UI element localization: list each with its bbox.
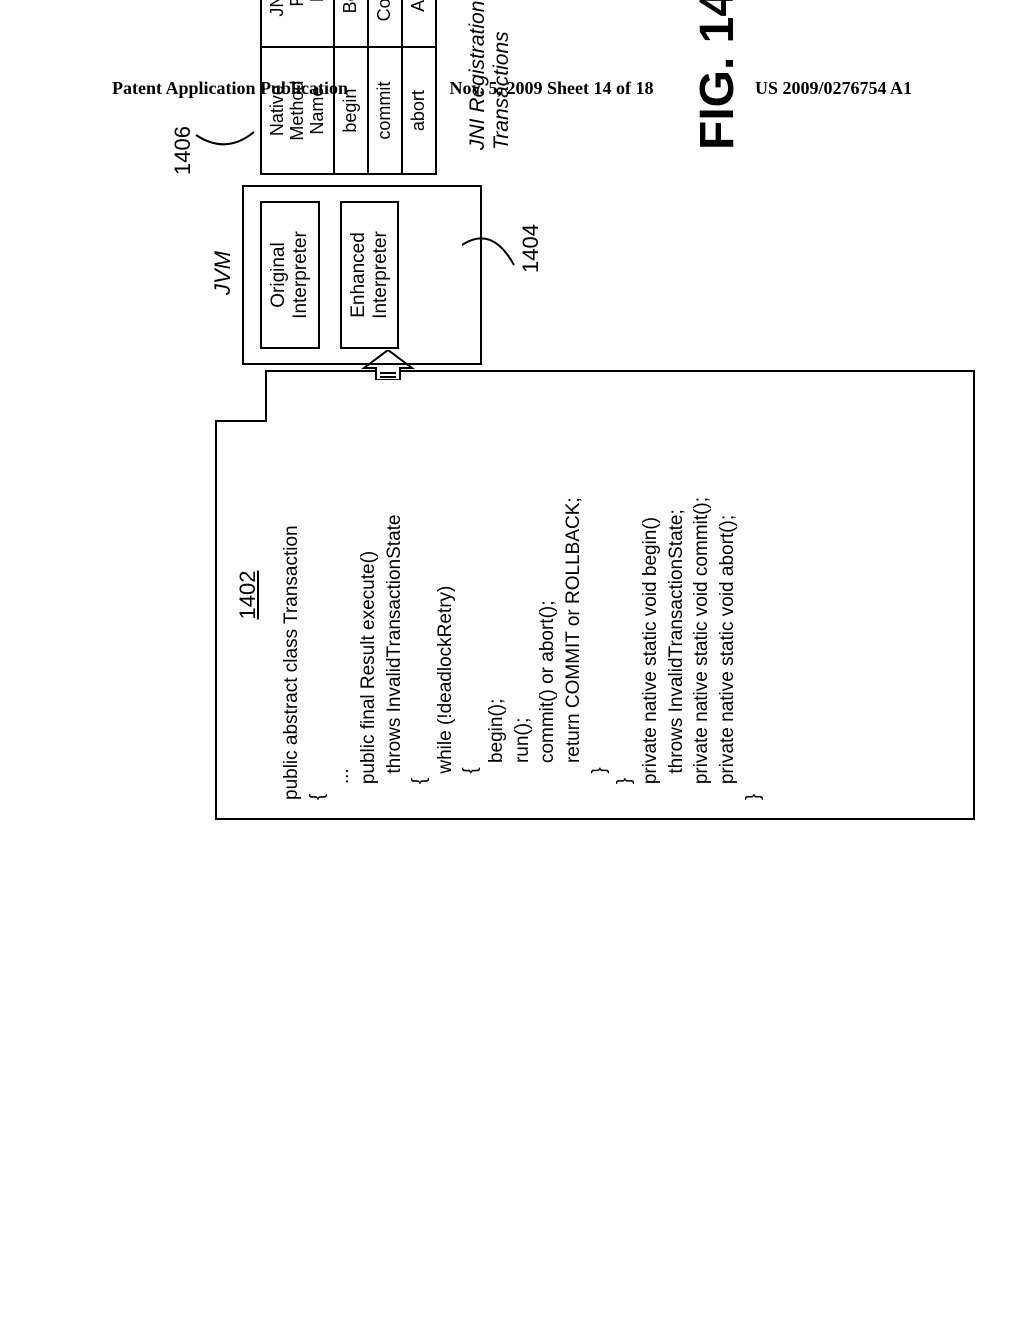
native-method-name: begin: [334, 47, 368, 174]
table-row: Native MethodName JNI RuntimFunction Bin…: [261, 0, 334, 174]
code-line: }: [612, 390, 638, 800]
code-listing: public abstract class Transaction{ ... p…: [279, 390, 766, 800]
code-card: 1402 public abstract class Transaction{ …: [215, 370, 975, 820]
code-line: run();: [510, 390, 536, 800]
figure-canvas: 1402 public abstract class Transaction{ …: [130, 0, 1024, 920]
table-row: abortAbortTran: [402, 0, 436, 174]
table-row: beginBeginTran: [334, 0, 368, 174]
ref-1404-number: 1404: [518, 224, 544, 273]
col2-header: JNI RuntimFunction Binding: [261, 0, 334, 47]
original-interpreter-box: OriginalInterpreter: [260, 201, 320, 349]
code-line: public abstract class Transaction: [279, 390, 305, 800]
code-line: {: [458, 390, 484, 800]
native-method-name: abort: [402, 47, 436, 174]
code-line: return COMMIT or ROLLBACK;: [561, 390, 587, 800]
code-line: throws InvalidTransactionState;: [664, 390, 690, 800]
code-line: private native static void begin(): [638, 390, 664, 800]
jni-binding: AbortTran: [402, 0, 436, 47]
enhanced-interpreter-box: EnhancedInterpreter: [340, 201, 400, 349]
jni-binding: BeginTran: [334, 0, 368, 47]
jvm-box: OriginalInterpreter EnhancedInterpreter: [242, 185, 482, 365]
code-line: {: [305, 390, 331, 800]
table-row: commitCommitTran: [368, 0, 402, 174]
jni-binding: CommitTran: [368, 0, 402, 47]
code-line: while (!deadlockRetry): [433, 390, 459, 800]
jni-table: Native MethodName JNI RuntimFunction Bin…: [260, 0, 437, 175]
jni-caption: JNI Registration - Transactions: [466, 0, 514, 150]
code-line: private native static void commit();: [689, 390, 715, 800]
code-line: ...: [330, 390, 356, 800]
code-line: }: [741, 390, 767, 800]
ref-1404: 1404: [462, 205, 552, 285]
code-line: {: [407, 390, 433, 800]
code-line: throws InvalidTransactionState: [382, 390, 408, 800]
jvm-group: JVM OriginalInterpreter EnhancedInterpre…: [210, 185, 482, 365]
code-ref-1402: 1402: [235, 390, 261, 800]
code-line: private native static void abort();: [715, 390, 741, 800]
code-line: }: [587, 390, 613, 800]
ref-1406-number: 1406: [170, 126, 196, 175]
figure-label: FIG. 14: [690, 0, 745, 150]
leader-1406-line: [196, 120, 256, 150]
jvm-label: JVM: [210, 185, 236, 365]
code-line: begin();: [484, 390, 510, 800]
code-line: commit() or abort();: [535, 390, 561, 800]
page-fold-icon: [217, 372, 265, 420]
code-line: public final Result execute(): [356, 390, 382, 800]
col1-header: Native MethodName: [261, 47, 334, 174]
native-method-name: commit: [368, 47, 402, 174]
